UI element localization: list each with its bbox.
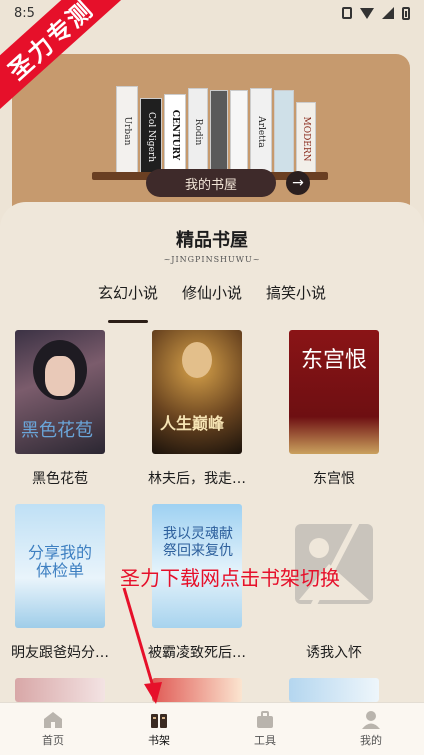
wifi-icon	[360, 7, 374, 19]
book-title: 黑色花苞	[32, 471, 88, 487]
battery-icon	[402, 6, 410, 20]
book-card[interactable]: 黑色花苞 黑色花苞	[0, 330, 125, 488]
category-tabs: 玄幻小说 修仙小说 搞笑小说	[98, 282, 326, 323]
pointer-arrow-icon	[122, 587, 162, 704]
tab-profile[interactable]: 我的	[318, 703, 424, 755]
book-spine	[230, 90, 248, 176]
book-cover[interactable]: 人生巅峰	[152, 330, 242, 454]
my-bookshelf-button[interactable]: 我的书屋	[146, 169, 276, 197]
book-spine: Arletta	[250, 88, 272, 176]
book-card[interactable]: 人生巅峰 林夫后，我走…	[132, 330, 262, 488]
book-title: 诱我入怀	[306, 645, 362, 661]
book-spine: MODERN	[296, 102, 316, 176]
toolbox-icon	[257, 711, 273, 728]
home-icon	[44, 712, 62, 728]
tab-home[interactable]: 首页	[0, 703, 106, 755]
book-spine: Rodin	[188, 88, 208, 176]
tab-xianxia[interactable]: 修仙小说	[182, 282, 242, 313]
signal-icon	[382, 7, 394, 19]
vibrate-icon	[342, 7, 352, 19]
book-spine: Urban	[116, 86, 138, 176]
book-spine: CENTURY	[164, 94, 186, 176]
book-title: 明友跟爸妈分…	[11, 645, 109, 661]
book-spine	[274, 90, 294, 176]
arrow-right-icon[interactable]: →	[286, 171, 310, 195]
bottom-tab-bar: 首页 书架 工具 我的	[0, 702, 424, 755]
profile-icon	[362, 711, 380, 729]
book-cover[interactable]: 黑色花苞	[15, 330, 105, 454]
book-card[interactable]: 东宫恨 东宫恨	[269, 330, 399, 488]
book-cover[interactable]: 分享我的体检单	[15, 504, 105, 628]
book-cover[interactable]	[15, 678, 105, 702]
book-cover[interactable]	[289, 678, 379, 702]
bookshelf-icon	[151, 714, 167, 728]
tab-tools[interactable]: 工具	[212, 703, 318, 755]
book-title: 林夫后，我走…	[148, 471, 246, 487]
tab-comedy[interactable]: 搞笑小说	[266, 282, 326, 313]
status-icons	[342, 6, 410, 20]
section-subtitle: ~JINGPINSHUWU~	[163, 255, 261, 264]
book-spine: Col Nigerh	[140, 98, 162, 176]
book-spine	[210, 90, 228, 176]
book-cover[interactable]: 东宫恨	[289, 330, 379, 454]
featured-panel: 精品书屋 ~JINGPINSHUWU~ 玄幻小说 修仙小说 搞笑小说 黑色花苞 …	[0, 202, 424, 702]
status-time: 8:5	[14, 5, 35, 21]
tab-fantasy[interactable]: 玄幻小说	[98, 282, 158, 323]
book-card[interactable]: 分享我的体检单 明友跟爸妈分…	[0, 504, 125, 662]
tab-bookshelf[interactable]: 书架	[106, 703, 212, 755]
section-title: 精品书屋	[176, 230, 248, 251]
book-title: 东宫恨	[313, 471, 355, 487]
books-illustration: Urban Col Nigerh CENTURY Rodin Arletta M…	[116, 84, 316, 176]
